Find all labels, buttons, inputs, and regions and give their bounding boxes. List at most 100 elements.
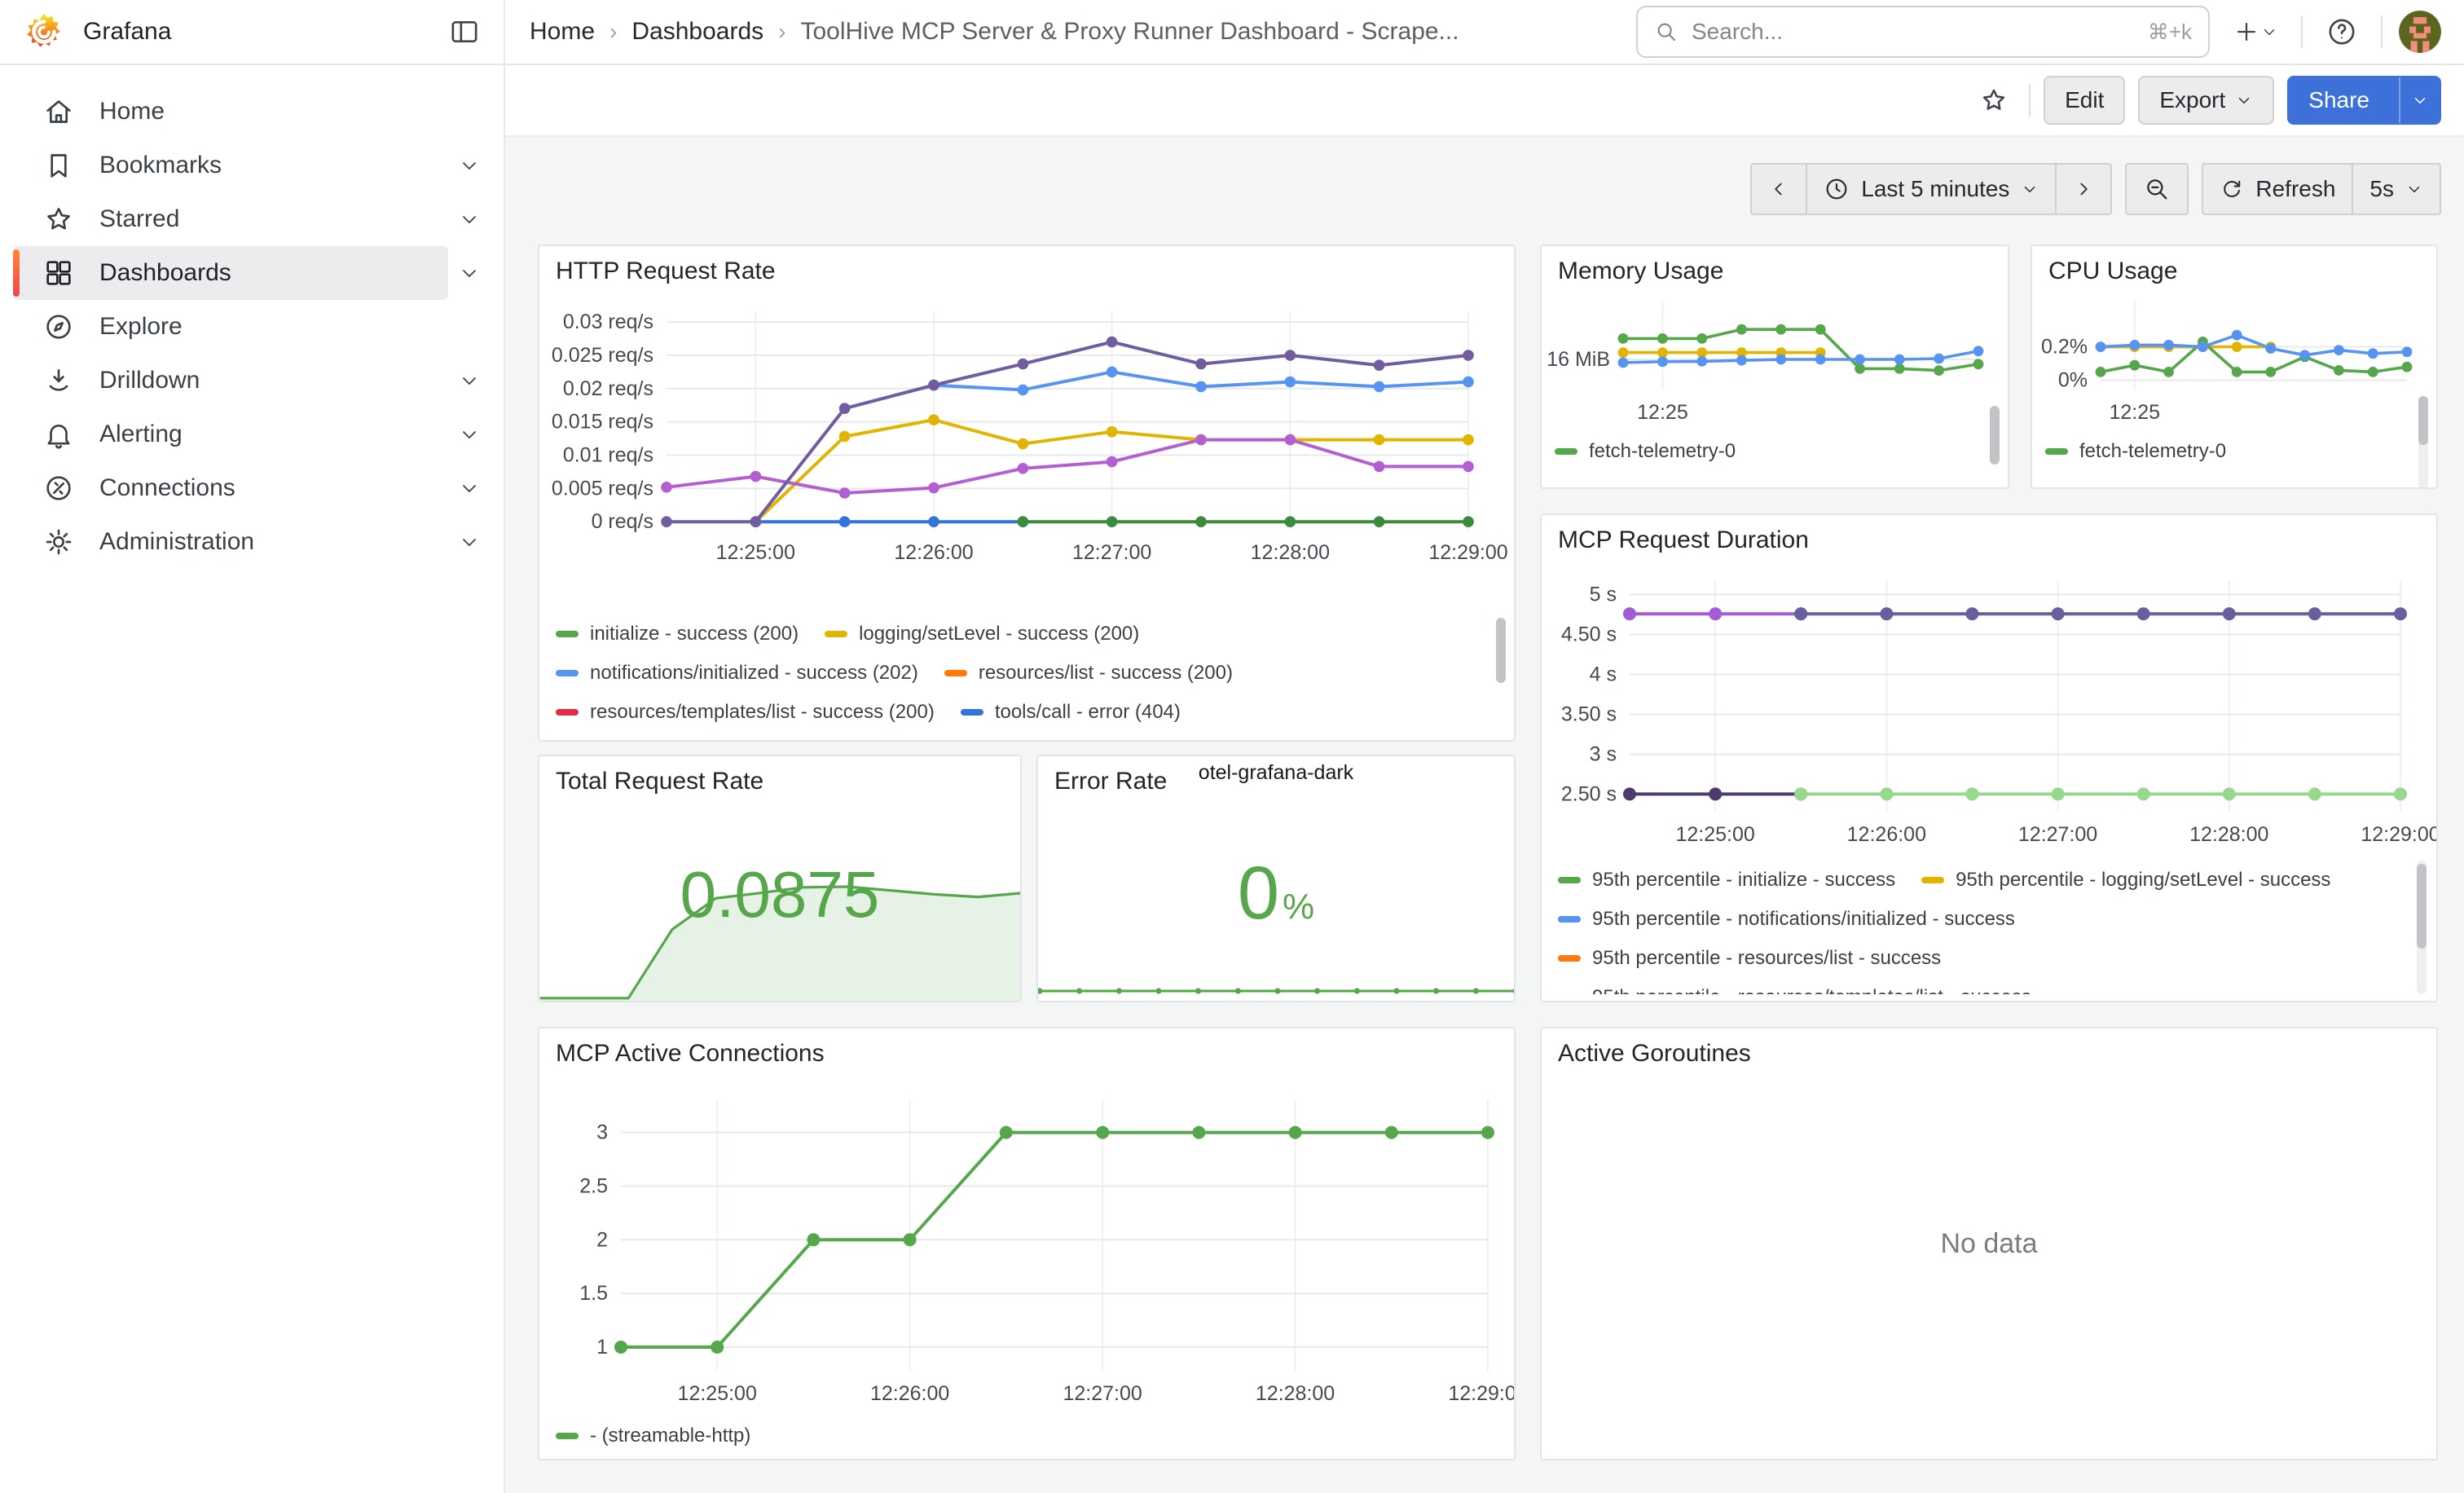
- duration-chart-canvas[interactable]: 12:25:0012:26:0012:27:0012:28:0012:29:00…: [1548, 561, 2423, 851]
- time-forward-button[interactable]: [2055, 163, 2112, 215]
- legend-item[interactable]: logging/setLevel - success (200): [825, 623, 1139, 645]
- share-button-label[interactable]: Share: [2289, 77, 2389, 123]
- grafana-logo[interactable]: [24, 12, 64, 51]
- panel-total-request-rate: Total Request Rate 0.0875: [538, 755, 1022, 1002]
- chevron-down-icon[interactable]: [448, 477, 491, 500]
- sidebar-item-administration[interactable]: Administration: [13, 515, 448, 569]
- refresh-button[interactable]: Refresh: [2202, 163, 2353, 215]
- legend-scrollbar[interactable]: [1496, 618, 1506, 683]
- panel-title[interactable]: HTTP Request Rate: [556, 258, 776, 285]
- error-rate-value: 0%: [1038, 851, 1514, 936]
- legend-item[interactable]: tools/list - success (200): [831, 740, 1075, 742]
- share-button[interactable]: Share: [2287, 76, 2441, 125]
- legend-swatch: [1921, 877, 1944, 883]
- user-avatar[interactable]: [2399, 11, 2441, 53]
- legend-item[interactable]: notifications/initialized - success (202…: [556, 662, 918, 685]
- time-back-button[interactable]: [1750, 163, 1807, 215]
- svg-text:0.2%: 0.2%: [2041, 336, 2088, 359]
- sidebar-item-home: Home: [0, 85, 504, 139]
- chevron-down-icon[interactable]: [448, 262, 491, 284]
- divider: [2029, 84, 2031, 117]
- sidebar-item-label: Bookmarks: [99, 152, 222, 179]
- legend-item[interactable]: 95th percentile - resources/templates/li…: [1558, 986, 2031, 994]
- legend-swatch: [1555, 448, 1577, 455]
- help-button[interactable]: [2319, 9, 2365, 55]
- chevron-down-icon[interactable]: [448, 369, 491, 392]
- legend-item[interactable]: 95th percentile - logging/setLevel - suc…: [1921, 869, 2330, 892]
- legend-item[interactable]: resources/templates/list - success (200): [556, 701, 935, 724]
- sidebar-item-label: Explore: [99, 313, 183, 341]
- time-range-picker[interactable]: Last 5 minutes: [1806, 163, 2057, 215]
- sidebar-item-alerting[interactable]: Alerting: [13, 407, 448, 461]
- sidebar-item-connections: Connections: [0, 461, 504, 515]
- sidebar-item-drilldown[interactable]: Drilldown: [13, 354, 448, 407]
- breadcrumb-dashboards[interactable]: Dashboards: [631, 18, 763, 46]
- panel-title[interactable]: CPU Usage: [2048, 258, 2177, 285]
- gear-icon: [42, 526, 75, 558]
- clock-icon: [1824, 176, 1850, 202]
- legend-item[interactable]: 95th percentile - notifications/initiali…: [1558, 908, 2015, 931]
- sidebar-item-starred[interactable]: Starred: [13, 192, 448, 246]
- error-rate-sparkline[interactable]: [1040, 968, 1516, 998]
- cpu-chart-canvas[interactable]: 12:250.2%0%: [2035, 288, 2423, 429]
- drilldown-icon: [42, 364, 75, 397]
- svg-text:12:25:00: 12:25:00: [678, 1382, 757, 1405]
- chevron-down-icon[interactable]: [448, 423, 491, 446]
- legend-item[interactable]: unknown - success (200): [1102, 740, 1353, 742]
- apps-icon: [42, 257, 75, 289]
- breadcrumb-home[interactable]: Home: [530, 18, 595, 46]
- sidebar-item-dashboards[interactable]: Dashboards: [13, 246, 448, 300]
- zoom-out-button[interactable]: [2125, 163, 2189, 215]
- refresh-icon: [2220, 177, 2244, 201]
- chevron-down-icon[interactable]: [448, 154, 491, 177]
- legend-scrollbar[interactable]: [2418, 396, 2428, 445]
- legend-item[interactable]: resources/list - success (200): [944, 662, 1233, 685]
- legend-scrollbar[interactable]: [2417, 864, 2427, 949]
- chevron-down-icon[interactable]: [448, 531, 491, 553]
- legend-item[interactable]: 95th percentile - resources/list - succe…: [1558, 947, 1941, 970]
- legend-item[interactable]: tools/call - error (404): [961, 701, 1181, 724]
- legend-item[interactable]: fetch-telemetry-0: [1555, 440, 1736, 463]
- favorite-star-button[interactable]: [1972, 78, 2016, 122]
- sidebar-item-home[interactable]: Home: [13, 85, 448, 139]
- refresh-interval-picker[interactable]: 5s: [2352, 163, 2441, 215]
- panel-title[interactable]: MCP Request Duration: [1558, 526, 1809, 554]
- search-input[interactable]: [1692, 19, 2135, 45]
- legend-item[interactable]: tools/call - success (200): [556, 740, 805, 742]
- svg-text:3.50 s: 3.50 s: [1561, 703, 1617, 726]
- export-button[interactable]: Export: [2138, 76, 2274, 125]
- panel-title[interactable]: MCP Active Connections: [556, 1040, 825, 1068]
- sidebar-item-bookmarks[interactable]: Bookmarks: [13, 139, 448, 192]
- search-shortcut: ⌘+k: [2148, 20, 2192, 45]
- legend-item[interactable]: 95th percentile - initialize - success: [1558, 869, 1895, 892]
- dashboard-toolbar: Edit Export Share: [505, 65, 2464, 137]
- legend-item[interactable]: - (streamable-http): [556, 1425, 750, 1447]
- panel-title[interactable]: Memory Usage: [1558, 258, 1723, 285]
- connections-chart-canvas[interactable]: 12:25:0012:26:0012:27:0012:28:0012:29:00…: [546, 1084, 1511, 1410]
- svg-text:1: 1: [596, 1336, 608, 1359]
- legend-item[interactable]: fetch-telemetry-0: [2045, 440, 2226, 463]
- nav-sidebar: Home Bookmarks Starred Dashboards: [0, 65, 505, 1493]
- sidebar-item-explore[interactable]: Explore: [13, 300, 448, 354]
- panel-mcp-active-connections: MCP Active Connections 12:25:0012:26:001…: [538, 1027, 1516, 1460]
- panel-error-rate: Error Rate otel-grafana-dark 0%: [1036, 755, 1516, 1002]
- chevron-down-icon[interactable]: [448, 208, 491, 231]
- memory-legend: fetch-telemetry-0: [1555, 432, 1962, 474]
- refresh-label: Refresh: [2255, 176, 2335, 202]
- share-dropdown-chevron[interactable]: [2399, 77, 2440, 123]
- memory-chart-canvas[interactable]: 12:2516 MiB: [1545, 288, 1995, 429]
- legend-swatch: [556, 1433, 579, 1439]
- mega-menu-toggle[interactable]: [442, 9, 487, 55]
- panel-title[interactable]: Total Request Rate: [556, 768, 763, 795]
- edit-button[interactable]: Edit: [2044, 76, 2125, 125]
- search-box[interactable]: ⌘+k: [1636, 6, 2210, 58]
- legend-scrollbar[interactable]: [1990, 406, 2000, 465]
- sidebar-item-connections[interactable]: Connections: [13, 461, 448, 515]
- new-button[interactable]: [2226, 11, 2285, 52]
- error-rate-number: 0: [1238, 852, 1279, 935]
- http-chart-canvas[interactable]: 12:25:0012:26:0012:27:0012:28:0012:29:00…: [546, 295, 1491, 569]
- error-rate-unit: %: [1283, 887, 1314, 927]
- sidebar-item-administration: Administration: [0, 515, 504, 569]
- panel-memory-usage: Memory Usage 12:2516 MiB fetch-telemetry…: [1540, 244, 2009, 489]
- legend-item[interactable]: initialize - success (200): [556, 623, 799, 645]
